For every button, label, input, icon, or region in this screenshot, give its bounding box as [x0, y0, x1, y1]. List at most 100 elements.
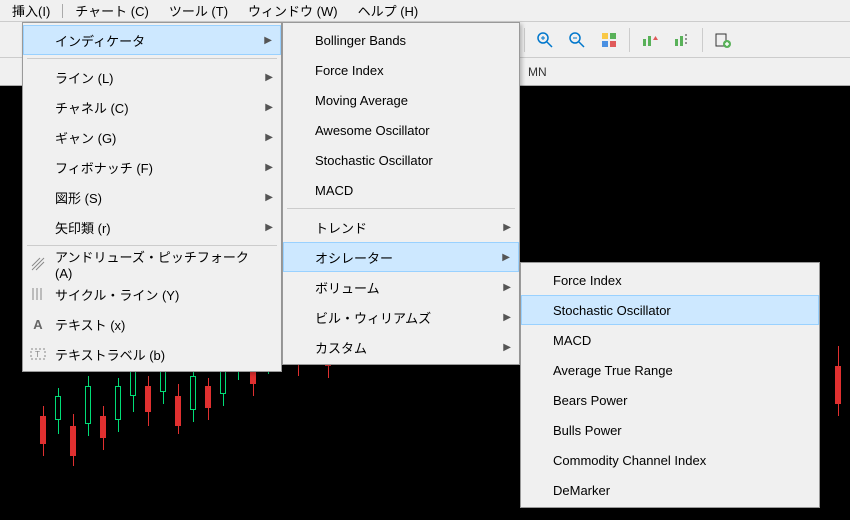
- menu-osc-bulls[interactable]: Bulls Power: [521, 415, 819, 445]
- menubar-chart[interactable]: チャート (C): [65, 0, 159, 22]
- toolbar-shift-icon[interactable]: [668, 26, 696, 54]
- menu-label: インディケータ: [55, 31, 145, 50]
- menu-custom[interactable]: カスタム ▶: [283, 332, 519, 362]
- menubar-insert[interactable]: 挿入(I): [2, 0, 60, 22]
- menu-label: トレンド: [315, 218, 367, 237]
- menu-label: MACD: [553, 333, 591, 348]
- menu-label: フィボナッチ (F): [55, 158, 153, 177]
- menu-label: アンドリューズ・ピッチフォーク (A): [55, 247, 263, 281]
- menu-label: オシレーター: [315, 248, 393, 267]
- menu-macd[interactable]: MACD: [283, 175, 519, 205]
- menu-label: Moving Average: [315, 93, 408, 108]
- submenu-arrow-icon: ▶: [503, 282, 511, 293]
- submenu-arrow-icon: ▶: [265, 72, 273, 83]
- insert-menu: インディケータ ▶ ライン (L) ▶ チャネル (C) ▶ ギャン (G) ▶…: [22, 22, 282, 372]
- menu-sep: [287, 208, 515, 209]
- menu-label: ボリューム: [315, 278, 380, 297]
- menu-volume[interactable]: ボリューム ▶: [283, 272, 519, 302]
- menu-forceindex[interactable]: Force Index: [283, 55, 519, 85]
- menu-label: ギャン (G): [55, 128, 116, 147]
- menu-awesome[interactable]: Awesome Oscillator: [283, 115, 519, 145]
- menu-osc-bears[interactable]: Bears Power: [521, 385, 819, 415]
- toolbar-grid-icon[interactable]: [595, 26, 623, 54]
- text-icon: A: [29, 315, 47, 333]
- toolbar-autoscroll-icon[interactable]: [636, 26, 664, 54]
- menu-stochastic[interactable]: Stochastic Oscillator: [283, 145, 519, 175]
- menu-osc-stochastic[interactable]: Stochastic Oscillator: [521, 295, 819, 325]
- menu-label: ビル・ウィリアムズ: [315, 308, 431, 327]
- toolbar-sep-5: [702, 28, 703, 52]
- menu-label: Bulls Power: [553, 423, 622, 438]
- menu-osc-cci[interactable]: Commodity Channel Index: [521, 445, 819, 475]
- menu-sep: [27, 58, 277, 59]
- menu-oscillators[interactable]: オシレーター ▶: [283, 242, 519, 272]
- submenu-arrow-icon: ▶: [264, 35, 272, 46]
- menu-osc-forceindex[interactable]: Force Index: [521, 265, 819, 295]
- svg-text:T: T: [35, 350, 40, 359]
- menu-trend[interactable]: トレンド ▶: [283, 212, 519, 242]
- menu-label: テキスト (x): [55, 315, 125, 334]
- menubar: 挿入(I) チャート (C) ツール (T) ウィンドウ (W) ヘルプ (H): [0, 0, 850, 22]
- toolbar-add-indicator-icon[interactable]: [709, 26, 737, 54]
- submenu-arrow-icon: ▶: [503, 342, 511, 353]
- submenu-arrow-icon: ▶: [265, 162, 273, 173]
- menu-movingaverage[interactable]: Moving Average: [283, 85, 519, 115]
- indicators-submenu: Bollinger Bands Force Index Moving Avera…: [282, 22, 520, 365]
- menu-label: DeMarker: [553, 483, 610, 498]
- oscillators-submenu: Force Index Stochastic Oscillator MACD A…: [520, 262, 820, 508]
- menubar-window[interactable]: ウィンドウ (W): [238, 0, 348, 22]
- menubar-sep: [62, 4, 63, 18]
- timeframe-mn[interactable]: MN: [520, 62, 555, 82]
- menu-fibonacci[interactable]: フィボナッチ (F) ▶: [23, 152, 281, 182]
- cyclelines-icon: [29, 285, 47, 303]
- menu-label: Bollinger Bands: [315, 33, 406, 48]
- menu-channel[interactable]: チャネル (C) ▶: [23, 92, 281, 122]
- menu-label: サイクル・ライン (Y): [55, 285, 179, 304]
- menu-osc-macd[interactable]: MACD: [521, 325, 819, 355]
- menu-andrews[interactable]: アンドリューズ・ピッチフォーク (A): [23, 249, 281, 279]
- toolbar-sep-4: [629, 28, 630, 52]
- menu-textlabel[interactable]: T テキストラベル (b): [23, 339, 281, 369]
- submenu-arrow-icon: ▶: [265, 132, 273, 143]
- menu-label: テキストラベル (b): [55, 345, 165, 364]
- menubar-tools[interactable]: ツール (T): [159, 0, 238, 22]
- submenu-arrow-icon: ▶: [265, 192, 273, 203]
- menu-label: Force Index: [553, 273, 622, 288]
- menu-label: チャネル (C): [55, 98, 129, 117]
- menu-sep: [27, 245, 277, 246]
- toolbar-sep-3: [524, 28, 525, 52]
- pitchfork-icon: [29, 255, 47, 273]
- menu-text[interactable]: A テキスト (x): [23, 309, 281, 339]
- submenu-arrow-icon: ▶: [265, 102, 273, 113]
- menu-billwilliams[interactable]: ビル・ウィリアムズ ▶: [283, 302, 519, 332]
- menu-label: Awesome Oscillator: [315, 123, 430, 138]
- menu-label: Commodity Channel Index: [553, 453, 706, 468]
- menu-label: Average True Range: [553, 363, 673, 378]
- menu-label: Stochastic Oscillator: [553, 303, 671, 318]
- menu-label: Bears Power: [553, 393, 627, 408]
- toolbar-zoomout-icon[interactable]: [563, 26, 591, 54]
- toolbar-zoomin-icon[interactable]: [531, 26, 559, 54]
- menu-label: ライン (L): [55, 68, 114, 87]
- submenu-arrow-icon: ▶: [502, 252, 510, 263]
- menu-osc-atr[interactable]: Average True Range: [521, 355, 819, 385]
- menu-label: 図形 (S): [55, 188, 102, 207]
- menu-bollinger[interactable]: Bollinger Bands: [283, 25, 519, 55]
- submenu-arrow-icon: ▶: [503, 222, 511, 233]
- menu-label: 矢印類 (r): [55, 218, 111, 237]
- submenu-arrow-icon: ▶: [265, 222, 273, 233]
- menu-osc-demarker[interactable]: DeMarker: [521, 475, 819, 505]
- menu-line[interactable]: ライン (L) ▶: [23, 62, 281, 92]
- menu-label: カスタム: [315, 338, 367, 357]
- menu-label: MACD: [315, 183, 353, 198]
- submenu-arrow-icon: ▶: [503, 312, 511, 323]
- menu-cycle[interactable]: サイクル・ライン (Y): [23, 279, 281, 309]
- menu-label: Stochastic Oscillator: [315, 153, 433, 168]
- menu-indicators[interactable]: インディケータ ▶: [23, 25, 281, 55]
- menubar-help[interactable]: ヘルプ (H): [348, 0, 429, 22]
- menu-label: Force Index: [315, 63, 384, 78]
- menu-shapes[interactable]: 図形 (S) ▶: [23, 182, 281, 212]
- menu-gann[interactable]: ギャン (G) ▶: [23, 122, 281, 152]
- menu-arrows[interactable]: 矢印類 (r) ▶: [23, 212, 281, 242]
- textlabel-icon: T: [29, 345, 47, 363]
